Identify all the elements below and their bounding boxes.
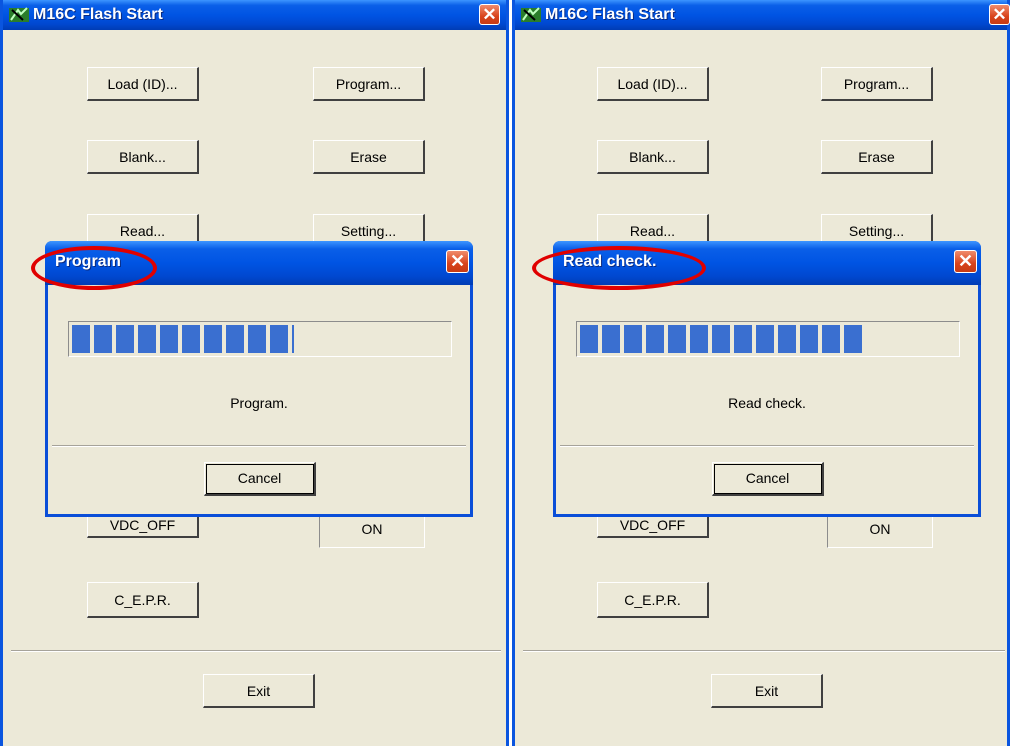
dialog-titlebar[interactable]: Read check. ✕	[553, 241, 981, 285]
cancel-button[interactable]: Cancel	[204, 462, 316, 496]
dialog-message: Read check.	[728, 395, 806, 411]
progress-fill	[72, 325, 294, 353]
dialog-title: Program	[55, 253, 121, 270]
progress-bar	[576, 321, 960, 357]
window-titlebar[interactable]: M16C Flash Start ✕	[515, 0, 1010, 30]
progress-fill	[580, 325, 866, 353]
close-icon[interactable]: ✕	[989, 4, 1010, 25]
app-icon	[9, 7, 29, 22]
dialog-message: Program.	[230, 395, 288, 411]
erase-button[interactable]: Erase	[313, 140, 425, 174]
cepr-button[interactable]: C_E.P.R.	[87, 582, 199, 618]
read-check-dialog: Read check. ✕ Read check. Cancel	[553, 241, 981, 517]
window-title: M16C Flash Start	[545, 6, 675, 23]
program-dialog: Program ✕ Program. Cancel	[45, 241, 473, 517]
separator	[560, 445, 974, 447]
close-icon[interactable]: ✕	[446, 250, 469, 273]
separator	[523, 650, 1005, 652]
close-icon[interactable]: ✕	[954, 250, 977, 273]
window-titlebar[interactable]: M16C Flash Start ✕	[3, 0, 506, 30]
load-id-button[interactable]: Load (ID)...	[87, 67, 199, 101]
cepr-button[interactable]: C_E.P.R.	[597, 582, 709, 618]
app-icon	[521, 7, 541, 22]
program-button[interactable]: Program...	[821, 67, 933, 101]
exit-button[interactable]: Exit	[203, 674, 315, 708]
program-button[interactable]: Program...	[313, 67, 425, 101]
blank-button[interactable]: Blank...	[87, 140, 199, 174]
close-icon[interactable]: ✕	[479, 4, 500, 25]
cancel-button[interactable]: Cancel	[712, 462, 824, 496]
window-title: M16C Flash Start	[33, 6, 163, 23]
dialog-title: Read check.	[563, 253, 657, 270]
erase-button[interactable]: Erase	[821, 140, 933, 174]
progress-bar	[68, 321, 452, 357]
dialog-titlebar[interactable]: Program ✕	[45, 241, 473, 285]
separator	[11, 650, 501, 652]
exit-button[interactable]: Exit	[711, 674, 823, 708]
load-id-button[interactable]: Load (ID)...	[597, 67, 709, 101]
separator	[52, 445, 466, 447]
blank-button[interactable]: Blank...	[597, 140, 709, 174]
